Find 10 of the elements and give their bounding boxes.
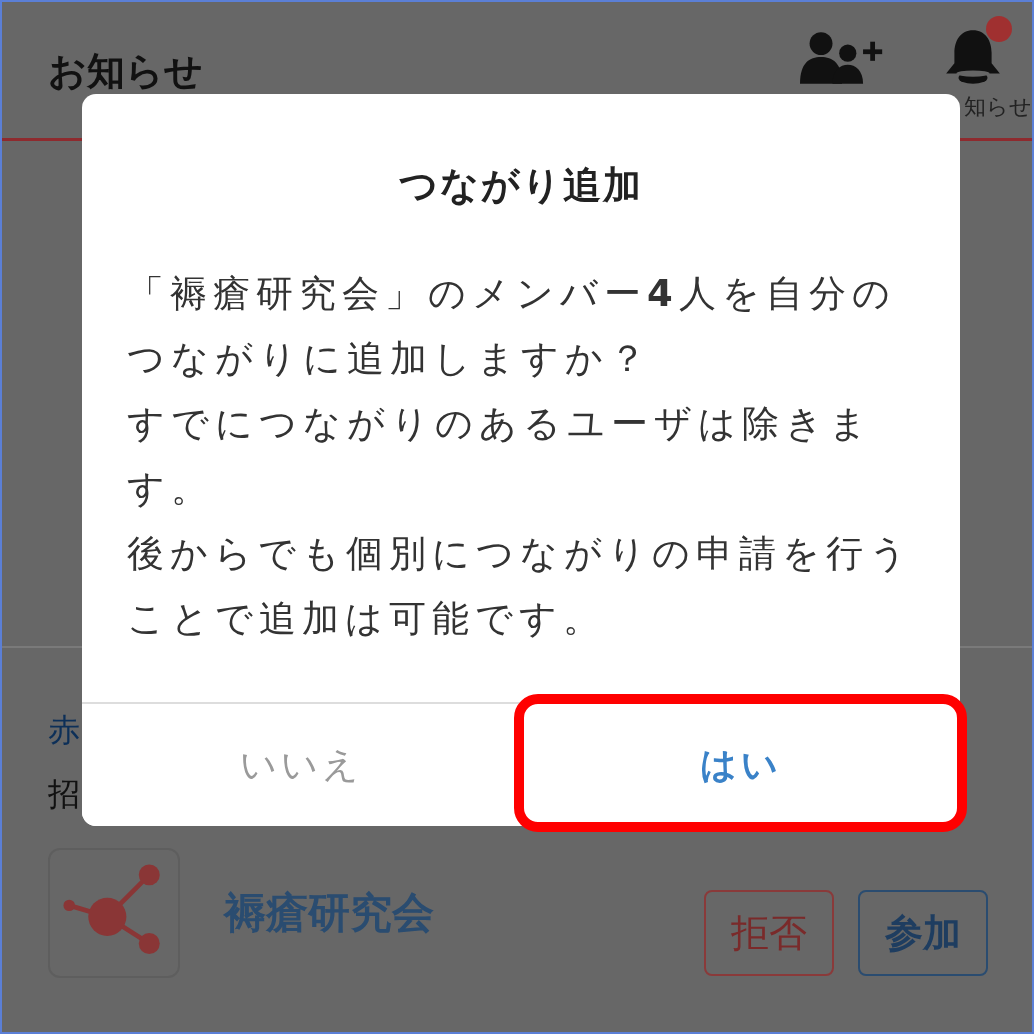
page-title: お知らせ: [48, 48, 203, 95]
link-text[interactable]: 赤: [48, 698, 82, 762]
join-button[interactable]: 参加: [858, 890, 988, 976]
dialog-message: 後からでも個別につながりの申請を行うことで追加は可能です。: [127, 531, 914, 642]
dialog-title: つながり追加: [398, 162, 644, 209]
notification-label[interactable]: 知らせ: [964, 92, 1032, 122]
invite-text: 招: [48, 774, 81, 815]
group-name[interactable]: 褥瘡研究会: [224, 885, 434, 941]
dialog-message: すでにつながりのあるユーザは除きます。: [127, 401, 874, 512]
reject-button[interactable]: 拒否: [704, 890, 834, 976]
